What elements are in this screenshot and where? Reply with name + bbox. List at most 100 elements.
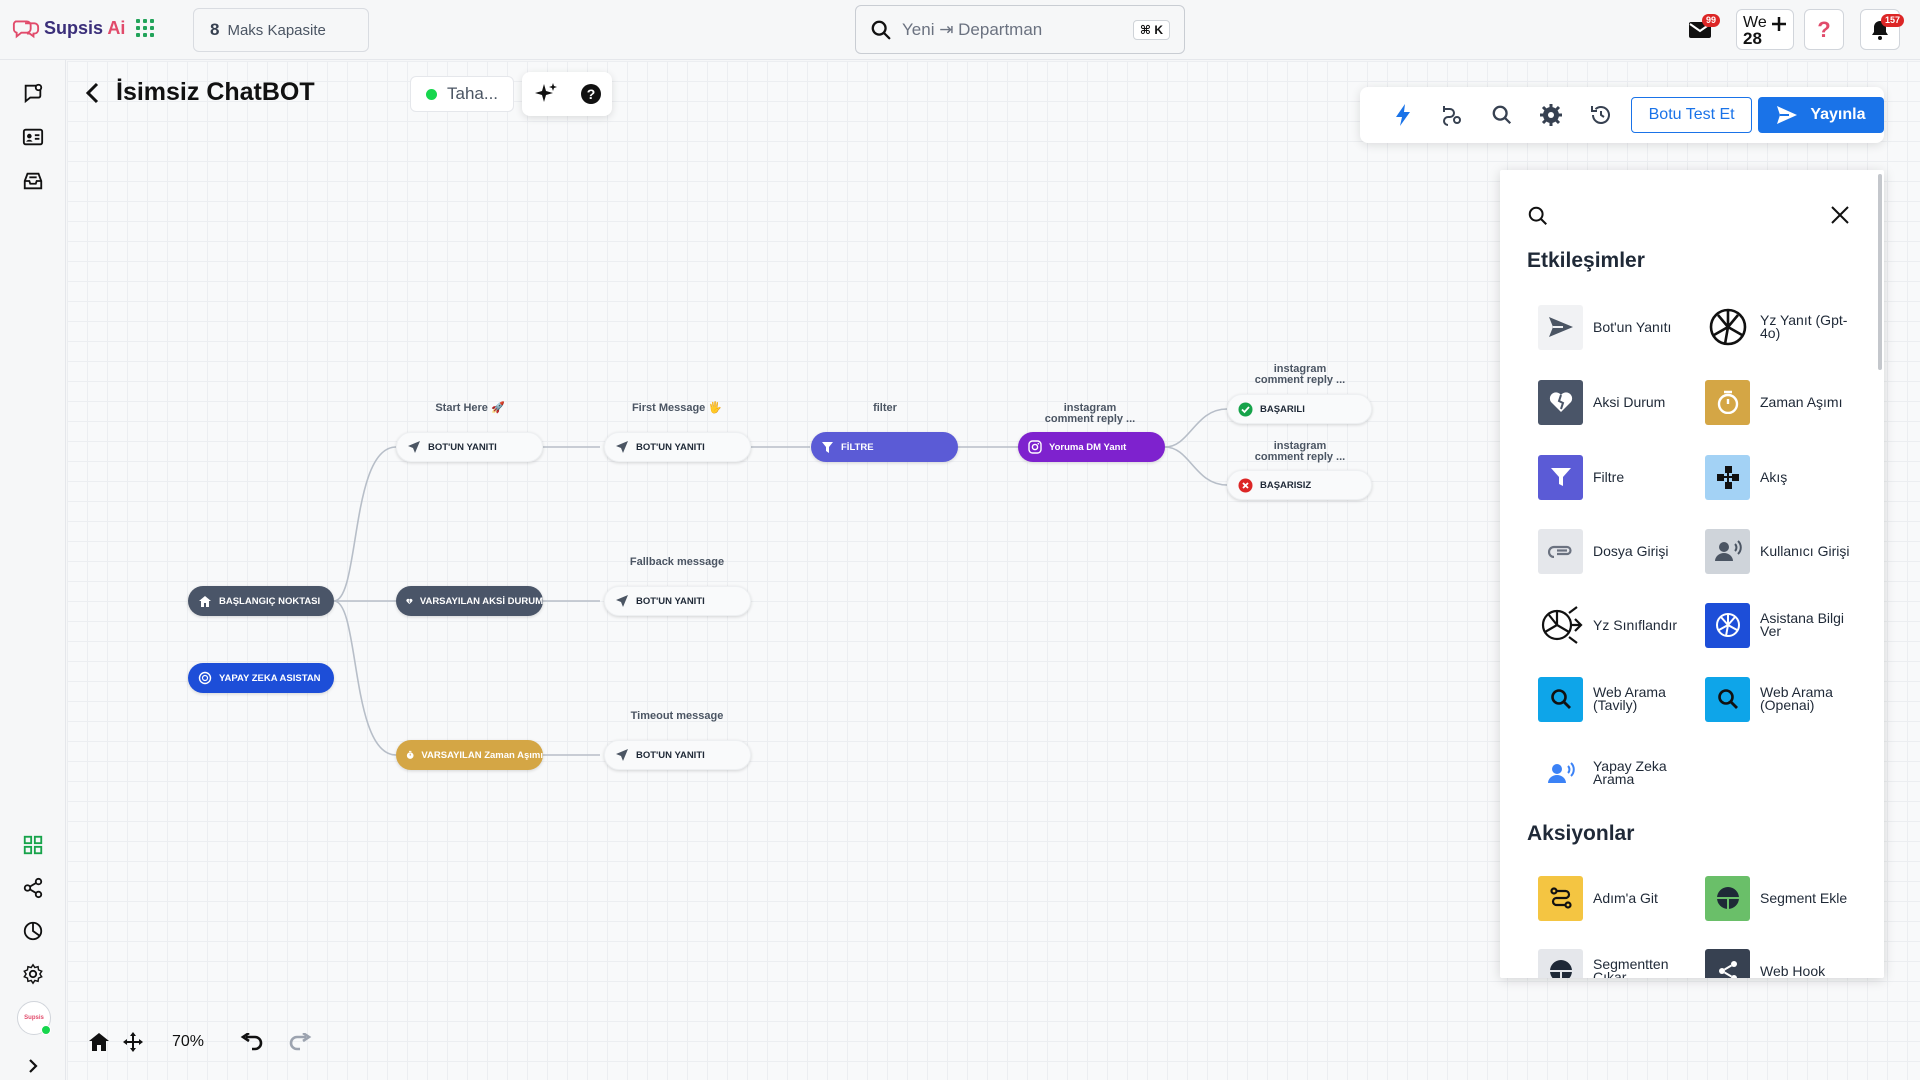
node-instagram-dm[interactable]: Yoruma DM Yanıt	[1018, 432, 1165, 462]
search-icon	[1705, 676, 1750, 722]
palette-item-filter[interactable]: Filtre	[1538, 454, 1698, 500]
user-voice-icon	[1705, 528, 1750, 574]
route-icon	[1538, 875, 1583, 921]
node-default-fallback[interactable]: VARSAYILAN AKSİ DURUM	[396, 586, 543, 616]
node-filter[interactable]: FİLTRE	[811, 432, 958, 462]
search-icon	[1538, 676, 1583, 722]
palette-item-ai-reply[interactable]: Yz Yanıt (Gpt-4o)	[1705, 304, 1865, 350]
home-icon	[199, 595, 211, 607]
node-bot-reply-label: BOT'UN YANITI	[636, 441, 705, 453]
instagram-icon	[1028, 440, 1042, 454]
ai-voice-icon	[1538, 751, 1583, 796]
node-default-fallback-label: VARSAYILAN AKSİ DURUM	[419, 595, 543, 607]
openai-icon	[1705, 305, 1750, 350]
palette-item-label: Akış	[1760, 468, 1788, 485]
undo-icon[interactable]	[240, 1033, 264, 1051]
node-fail-label: BAŞARISIZ	[1260, 479, 1312, 491]
node-label-start-here: Start Here 🚀	[435, 402, 505, 414]
palette-item-label: Yapay Zeka Arama	[1593, 758, 1667, 787]
node-label-instagram-1: instagram comment reply ...	[1030, 403, 1150, 425]
filter-icon	[822, 441, 833, 453]
node-bot-reply[interactable]: BOT'UN YANITI	[396, 432, 543, 462]
node-bot-reply[interactable]: BOT'UN YANITI	[604, 432, 751, 462]
node-bot-reply-label: BOT'UN YANITI	[428, 441, 497, 453]
palette-item-timeout[interactable]: Zaman Aşımı	[1705, 379, 1865, 425]
palette-item-label: Web Arama (Tavily)	[1593, 684, 1666, 713]
share-icon	[1705, 948, 1750, 978]
palette-item-go-to-step[interactable]: Adım'a Git	[1538, 875, 1698, 921]
node-bot-reply[interactable]: BOT'UN YANITI	[604, 740, 751, 770]
palette-item-label: Segment Ekle	[1760, 889, 1848, 906]
palette-item-remove-segment[interactable]: Segmentten Çıkar	[1538, 948, 1698, 978]
node-ai-assistant-label: YAPAY ZEKA ASISTAN	[219, 672, 321, 684]
segment-icon	[1705, 875, 1750, 921]
label-line: comment reply ...	[1254, 374, 1346, 386]
openai-icon	[1705, 602, 1750, 648]
move-icon[interactable]	[122, 1031, 144, 1053]
broken-heart-icon	[406, 598, 413, 604]
node-filter-label: FİLTRE	[841, 441, 874, 453]
palette-item-web-hook[interactable]: Web Hook	[1705, 948, 1865, 978]
node-label-instagram-3: instagram comment reply ...	[1240, 441, 1360, 463]
ai-classify-icon	[1538, 603, 1583, 648]
node-instagram-dm-label: Yoruma DM Yanıt	[1049, 441, 1127, 453]
palette-item-label: Web Hook	[1760, 962, 1826, 978]
panel-scrollbar[interactable]	[1878, 174, 1882, 370]
node-bot-reply-label: BOT'UN YANITI	[636, 749, 705, 761]
palette-item-label: Web Arama (Openai)	[1760, 684, 1833, 713]
label-line: comment reply ...	[1044, 413, 1136, 425]
palette-item-fallback[interactable]: Aksi Durum	[1538, 379, 1698, 425]
palette-item-label: Filtre	[1593, 468, 1625, 485]
node-fail[interactable]: BAŞARISIZ	[1227, 470, 1372, 500]
node-label-instagram-2: instagram comment reply ...	[1240, 364, 1360, 386]
node-success[interactable]: BAŞARILI	[1227, 394, 1372, 424]
palette-item-assistant-info[interactable]: Asistana Bilgi Ver	[1705, 602, 1865, 648]
palette-item-ai-classify[interactable]: Yz Sınıflandır	[1538, 602, 1698, 648]
openai-icon	[198, 671, 212, 685]
palette-item-label: Dosya Girişi	[1593, 542, 1669, 559]
timer-icon	[1705, 379, 1750, 425]
node-bot-reply[interactable]: BOT'UN YANITI	[604, 586, 751, 616]
palette-item-label: Segmentten Çıkar	[1593, 956, 1669, 978]
segment-icon	[1538, 948, 1583, 978]
palette-item-label: Kullanıcı Girişi	[1760, 542, 1850, 559]
paperclip-icon	[1538, 528, 1583, 574]
node-label-fallback: Fallback message	[629, 556, 725, 568]
search-icon[interactable]	[1527, 205, 1549, 227]
redo-icon[interactable]	[288, 1033, 312, 1051]
timer-icon	[406, 750, 414, 759]
palette-item-web-search-openai[interactable]: Web Arama (Openai)	[1705, 676, 1865, 722]
home-icon[interactable]	[88, 1032, 110, 1052]
section-title-interactions: Etkileşimler	[1527, 249, 1645, 272]
node-default-timeout[interactable]: VARSAYILAN Zaman Aşımı	[396, 740, 543, 770]
label-line: comment reply ...	[1254, 451, 1346, 463]
node-label-timeout: Timeout message	[630, 710, 724, 722]
palette-item-flow[interactable]: Akış	[1705, 454, 1865, 500]
node-bot-reply-label: BOT'UN YANITI	[636, 595, 705, 607]
zoom-controls: 70%	[88, 1022, 312, 1062]
check-circle-icon	[1238, 402, 1253, 416]
node-label-first-message: First Message 🖐	[631, 402, 723, 414]
node-start[interactable]: BAŞLANGIÇ NOKTASI	[188, 586, 334, 616]
palette-item-web-search-tavily[interactable]: Web Arama (Tavily)	[1538, 676, 1698, 722]
palette-item-add-segment[interactable]: Segment Ekle	[1705, 875, 1865, 921]
palette-item-user-input[interactable]: Kullanıcı Girişi	[1705, 528, 1865, 574]
send-icon	[1538, 304, 1583, 350]
palette-item-bot-reply[interactable]: Bot'un Yanıtı	[1538, 304, 1698, 350]
flow-icon	[1705, 454, 1750, 500]
close-icon[interactable]	[1830, 205, 1850, 225]
node-ai-assistant[interactable]: YAPAY ZEKA ASISTAN	[188, 663, 334, 693]
zoom-level: 70%	[172, 1033, 205, 1050]
send-icon	[616, 749, 628, 761]
palette-item-file-input[interactable]: Dosya Girişi	[1538, 528, 1698, 574]
send-icon	[616, 595, 628, 607]
palette-item-label: Aksi Durum	[1593, 393, 1666, 410]
filter-icon	[1538, 454, 1583, 500]
palette-item-label: Yz Yanıt (Gpt-4o)	[1760, 312, 1848, 341]
node-default-timeout-label: VARSAYILAN Zaman Aşımı	[421, 749, 543, 761]
palette-item-label: Asistana Bilgi Ver	[1760, 610, 1845, 639]
node-success-label: BAŞARILI	[1260, 403, 1305, 415]
palette-item-ai-search[interactable]: Yapay Zeka Arama	[1538, 750, 1698, 796]
node-start-label: BAŞLANGIÇ NOKTASI	[219, 595, 321, 607]
palette-item-label: Yz Sınıflandır	[1593, 616, 1678, 633]
